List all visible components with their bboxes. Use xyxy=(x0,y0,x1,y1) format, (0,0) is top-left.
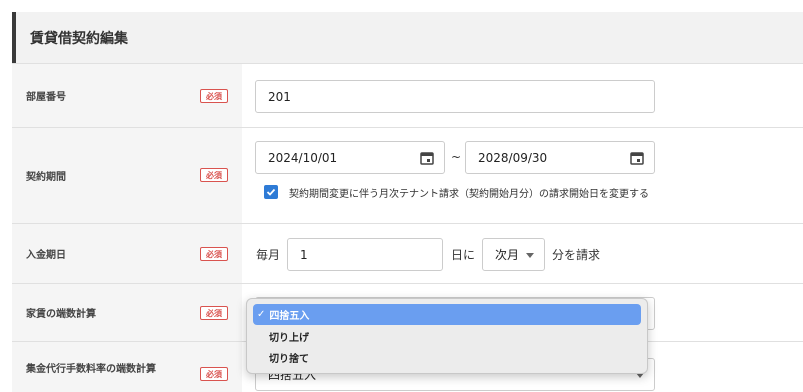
room-number-value: 201 xyxy=(268,89,291,104)
payment-prefix: 毎月 xyxy=(256,248,281,262)
required-badge: 必須 xyxy=(200,168,228,182)
period-change-checkbox-label[interactable]: 契約期間変更に伴う月次テナント請求（契約開始月分）の請求開始日を変更する xyxy=(289,185,649,200)
payment-suffix: 分を請求 xyxy=(552,248,601,262)
contract-end-input[interactable]: 2028/09/30 xyxy=(465,141,655,174)
rent-rounding-dropdown: ✓ 四捨五入 切り上げ 切り捨て xyxy=(246,298,648,374)
dropdown-option[interactable]: 切り上げ xyxy=(253,326,641,347)
checkmark-icon xyxy=(266,188,276,196)
period-separator: ~ xyxy=(451,150,462,164)
contract-end-value: 2028/09/30 xyxy=(478,150,548,165)
required-badge: 必須 xyxy=(200,306,228,320)
option-label: 切り上げ xyxy=(269,333,309,344)
calendar-icon[interactable] xyxy=(420,151,434,165)
payment-month-value: 次月 xyxy=(495,248,520,262)
period-change-checkbox[interactable] xyxy=(264,185,278,199)
dropdown-option[interactable]: 切り捨て xyxy=(253,347,641,368)
payment-month-select[interactable]: 次月 xyxy=(482,238,545,271)
option-label: 四捨五入 xyxy=(269,311,310,322)
required-badge: 必須 xyxy=(200,247,228,261)
chevron-down-icon xyxy=(526,253,534,258)
contract-start-input[interactable]: 2024/10/01 xyxy=(255,141,445,174)
payment-day-input[interactable]: 1 xyxy=(287,238,443,271)
selected-check-icon: ✓ xyxy=(257,309,266,320)
calendar-icon[interactable] xyxy=(630,151,644,165)
dropdown-option[interactable]: ✓ 四捨五入 xyxy=(253,304,641,325)
required-badge: 必須 xyxy=(200,367,228,381)
payment-day-value: 1 xyxy=(300,247,308,262)
left-strip xyxy=(0,0,12,392)
page-title: 賃貸借契約編集 xyxy=(12,12,803,63)
payment-day-suffix: 日に xyxy=(451,248,476,262)
contract-start-value: 2024/10/01 xyxy=(268,150,338,165)
top-strip xyxy=(0,0,803,12)
page-title-text: 賃貸借契約編集 xyxy=(30,30,128,47)
required-badge: 必須 xyxy=(200,89,228,103)
room-number-input[interactable]: 201 xyxy=(255,80,655,113)
option-label: 切り捨て xyxy=(269,354,309,365)
